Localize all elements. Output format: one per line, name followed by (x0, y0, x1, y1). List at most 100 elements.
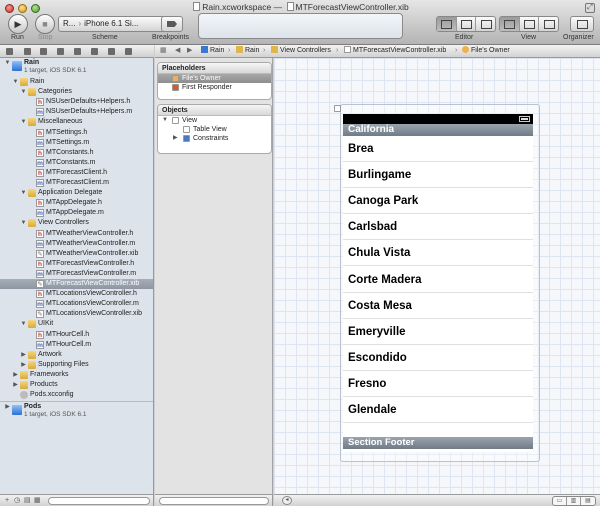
breakpoints-button[interactable] (161, 16, 183, 32)
disclosure-expanded-icon[interactable]: ▼ (4, 58, 11, 68)
table-row[interactable]: Chula Vista (343, 240, 533, 267)
navigator-group-item[interactable]: ▶ Frameworks (0, 370, 153, 380)
utilities-panel-icon[interactable] (539, 17, 558, 31)
object-item[interactable]: ▼ View (158, 116, 271, 125)
version-editor-icon[interactable] (476, 17, 495, 31)
navigator-file-item[interactable]: m MTSettings.m (0, 138, 153, 148)
zoom-out-icon[interactable]: ▭ (553, 497, 567, 505)
disclosure-collapsed-icon[interactable]: ▶ (173, 134, 178, 143)
navigator-file-item[interactable]: m MTHourCell.m (0, 340, 153, 350)
table-row[interactable]: Costa Mesa (343, 293, 533, 319)
navigator-project-item[interactable]: ▼ Rain 1 target, iOS SDK 6.1 (0, 58, 153, 76)
align-icon[interactable]: ▥ (567, 497, 581, 505)
table-row[interactable]: Brea (343, 136, 533, 162)
navigator-file-item[interactable]: ✎ MTForecastViewController.xib (0, 279, 153, 289)
recent-files-icon[interactable]: ◷ (14, 497, 20, 505)
disclosure-collapsed-icon[interactable]: ▶ (12, 380, 19, 390)
issue-navigator-icon[interactable] (57, 48, 64, 55)
canvas-layout-controls[interactable]: ▭ ▥ ▤ (552, 496, 596, 506)
organizer-button[interactable] (570, 16, 594, 32)
log-navigator-icon[interactable] (108, 48, 115, 55)
navigator-file-item[interactable]: m MTLocationsViewController.m (0, 299, 153, 309)
navigator-group-item[interactable]: ▼ Rain (0, 77, 153, 87)
standard-editor-icon[interactable] (437, 17, 457, 31)
navigator-file-item[interactable]: h MTConstants.h (0, 148, 153, 158)
navigator-group-item[interactable]: ▼ View Controllers (0, 218, 153, 228)
disclosure-expanded-icon[interactable]: ▼ (162, 116, 168, 125)
navigator-group-item[interactable]: ▼ UIKit (0, 319, 153, 329)
table-row[interactable]: Emeryville (343, 319, 533, 345)
navigator-file-item[interactable]: Pods.xcconfig (0, 390, 153, 400)
navigator-file-item[interactable]: h MTAppDelegate.h (0, 198, 153, 208)
table-row[interactable]: Burlingame (343, 162, 533, 189)
debug-panel-icon[interactable] (520, 17, 540, 31)
disclosure-expanded-icon[interactable]: ▼ (20, 87, 27, 97)
navigator-file-item[interactable]: ✎ MTLocationsViewController.xib (0, 309, 153, 319)
navigator-file-item[interactable]: m MTAppDelegate.m (0, 208, 153, 218)
navigator-group-item[interactable]: ▶ Products (0, 380, 153, 390)
navigator-filter-field[interactable] (48, 497, 150, 505)
navigator-file-item[interactable]: m MTWeatherViewController.m (0, 239, 153, 249)
table-view[interactable]: California Brea Burlingame Canoga Park Carl… (343, 114, 533, 452)
jump-bar-item-folder[interactable]: View Controllers (271, 45, 331, 57)
run-button[interactable]: ▶ (8, 14, 28, 34)
navigator-file-item[interactable]: h MTHourCell.h (0, 330, 153, 340)
table-row[interactable]: Escondido (343, 345, 533, 371)
navigator-file-item[interactable]: h NSUserDefaults+Helpers.h (0, 97, 153, 107)
debug-navigator-icon[interactable] (74, 48, 81, 55)
disclosure-expanded-icon[interactable]: ▼ (20, 319, 27, 329)
disclosure-expanded-icon[interactable]: ▼ (20, 117, 27, 127)
table-row[interactable]: Glendale (343, 397, 533, 423)
jump-bar-item-project[interactable]: Rain (201, 45, 224, 57)
close-scene-icon[interactable] (334, 105, 341, 112)
scm-status-icon[interactable]: ▤ (24, 497, 31, 505)
navigator-file-item[interactable]: m MTForecastViewController.m (0, 269, 153, 279)
symbol-navigator-icon[interactable] (24, 48, 31, 55)
placeholder-item[interactable]: File's Owner (158, 74, 271, 83)
disclosure-expanded-icon[interactable]: ▼ (12, 77, 19, 87)
disclosure-collapsed-icon[interactable]: ▶ (4, 402, 11, 412)
stop-button[interactable]: ■ (35, 14, 55, 34)
navigator-file-item[interactable]: h MTForecastViewController.h (0, 259, 153, 269)
add-icon[interactable]: + (5, 497, 9, 505)
table-row[interactable]: Fresno (343, 371, 533, 397)
jump-bar-item-group[interactable]: Rain (236, 45, 259, 57)
navigator-group-item[interactable]: ▼ Categories (0, 87, 153, 97)
navigator-group-item[interactable]: ▶ Artwork (0, 350, 153, 360)
navigator-group-item[interactable]: ▼ Miscellaneous (0, 117, 153, 127)
editor-mode-control[interactable] (436, 16, 496, 32)
navigator-file-item[interactable]: m MTConstants.m (0, 158, 153, 168)
jump-bar-item-file[interactable]: MTForecastViewController.xib (344, 45, 446, 57)
navigator-file-item[interactable]: h MTLocationsViewController.h (0, 289, 153, 299)
view-toggle-control[interactable] (499, 16, 559, 32)
breakpoint-navigator-icon[interactable] (91, 48, 98, 55)
navigator-file-item[interactable]: m MTForecastClient.m (0, 178, 153, 188)
navigator-file-item[interactable]: h MTForecastClient.h (0, 168, 153, 178)
assistant-editor-icon[interactable] (457, 17, 477, 31)
disclosure-collapsed-icon[interactable]: ▶ (20, 350, 27, 360)
navigator-file-item[interactable]: h MTWeatherViewController.h (0, 229, 153, 239)
navigator-project-item[interactable]: ▶ Pods 1 target, iOS SDK 6.1 (0, 402, 153, 420)
project-navigator-icon[interactable] (6, 48, 13, 55)
navigator-group-item[interactable]: ▼ Application Delegate (0, 188, 153, 198)
related-items-icon[interactable]: ▦ (160, 45, 167, 57)
object-item[interactable]: ▶ Constraints (158, 134, 271, 143)
disclosure-expanded-icon[interactable]: ▼ (20, 188, 27, 198)
table-row[interactable]: Canoga Park (343, 188, 533, 215)
navigator-file-item[interactable]: m NSUserDefaults+Helpers.m (0, 107, 153, 117)
disclosure-collapsed-icon[interactable]: ▶ (20, 360, 27, 370)
disclosure-expanded-icon[interactable]: ▼ (20, 218, 27, 228)
navigator-file-item[interactable]: ✎ MTWeatherViewController.xib (0, 249, 153, 259)
outline-filter-field[interactable] (159, 497, 269, 505)
navigator-panel-icon[interactable] (500, 17, 520, 31)
object-item[interactable]: Table View (158, 125, 271, 134)
search-navigator-icon[interactable] (40, 48, 47, 55)
scheme-selector[interactable]: R... › iPhone 6.1 Si... (58, 16, 168, 32)
table-row[interactable]: Carlsbad (343, 214, 533, 241)
forward-arrow-icon[interactable]: ▶ (187, 45, 192, 57)
fullscreen-icon[interactable]: ⤢ (585, 3, 595, 13)
jump-bar-item-object[interactable]: File's Owner (462, 45, 510, 57)
navigator-file-item[interactable]: h MTSettings.h (0, 128, 153, 138)
show-outline-icon[interactable]: ◂ (282, 496, 292, 505)
back-arrow-icon[interactable]: ◀ (175, 45, 180, 57)
